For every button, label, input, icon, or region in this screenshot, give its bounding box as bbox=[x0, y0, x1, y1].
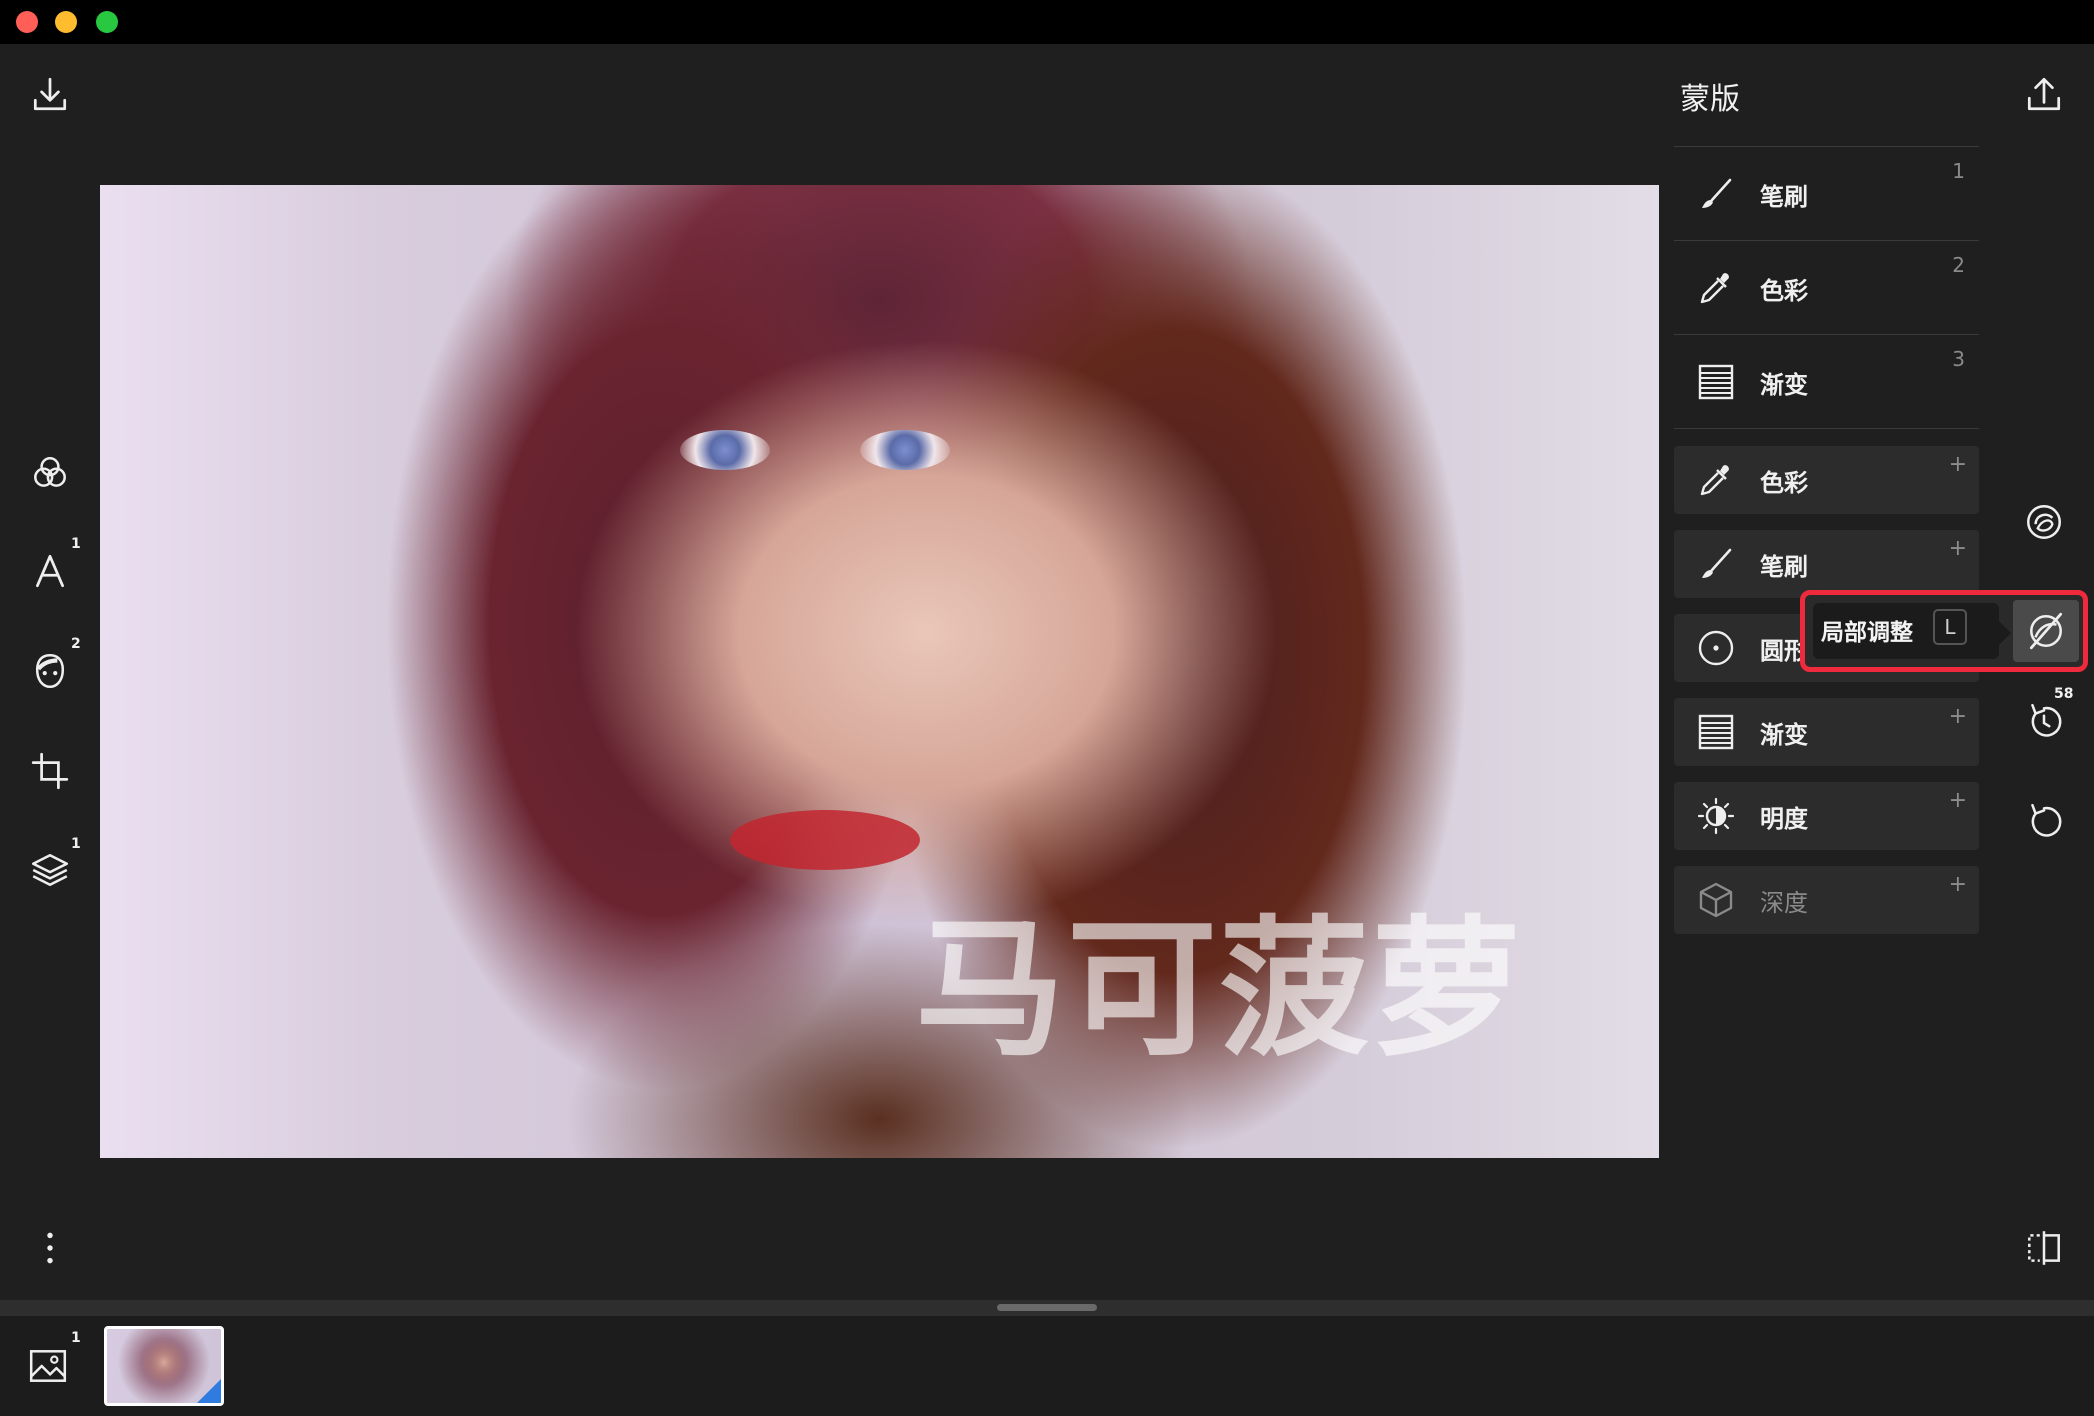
filmstrip bbox=[0, 1316, 2094, 1416]
add-gradient-mask[interactable]: 渐变 + bbox=[1674, 698, 1979, 766]
layers-badge: 1 bbox=[71, 836, 81, 852]
add-icon: + bbox=[1948, 536, 1967, 561]
photo-eye-right bbox=[860, 430, 950, 470]
local-adjust-icon bbox=[2029, 612, 2063, 650]
eyedropper-icon bbox=[1700, 273, 1729, 304]
thumbnail-edited-marker bbox=[197, 1379, 221, 1403]
add-icon: + bbox=[1948, 452, 1967, 477]
tooltip-label: 局部调整 bbox=[1821, 620, 1913, 646]
local-adjust-tooltip: 局部调整 L bbox=[1800, 590, 2088, 672]
crop-icon bbox=[31, 752, 69, 790]
photo-lips bbox=[730, 810, 920, 870]
tool-label: 色彩 bbox=[1760, 276, 1808, 305]
add-luminance-mask[interactable]: 明度 + bbox=[1674, 782, 1979, 850]
photo-eye-left bbox=[680, 430, 770, 470]
face-icon bbox=[35, 653, 65, 689]
add-depth-mask[interactable]: 深度 + bbox=[1674, 866, 1979, 934]
filters-icon bbox=[34, 457, 66, 487]
text-badge: 1 bbox=[71, 536, 81, 552]
text-icon bbox=[36, 554, 64, 588]
tooltip-caret bbox=[1999, 621, 2011, 645]
watermark-text: 马可菠萝 bbox=[915, 903, 1524, 1077]
history-icon bbox=[2031, 703, 2062, 737]
tool-shortcut: 1 bbox=[1952, 159, 1965, 183]
brush-icon bbox=[1702, 548, 1732, 578]
more-button[interactable] bbox=[20, 1218, 80, 1278]
adjustments-icon bbox=[2026, 504, 2062, 540]
title-bar bbox=[0, 0, 2094, 44]
tool-gradient[interactable]: 渐变 3 bbox=[1674, 335, 1979, 429]
panel-divider bbox=[1674, 428, 1979, 429]
import-button[interactable] bbox=[20, 64, 80, 124]
add-icon: + bbox=[1948, 704, 1967, 729]
adjustments-button[interactable] bbox=[2014, 492, 2074, 552]
filters-button[interactable] bbox=[20, 443, 80, 503]
minimize-window-button[interactable] bbox=[55, 11, 77, 33]
gradient-icon bbox=[1698, 364, 1734, 400]
reset-icon bbox=[2031, 803, 2062, 837]
mask-label: 笔刷 bbox=[1760, 552, 1808, 581]
add-brush-mask[interactable]: 笔刷 + bbox=[1674, 530, 1979, 598]
tool-label: 笔刷 bbox=[1760, 182, 1808, 211]
import-icon bbox=[33, 77, 67, 111]
crop-tool-button[interactable] bbox=[20, 741, 80, 801]
history-count-badge: 58 bbox=[2054, 686, 2074, 702]
add-color-mask[interactable]: 色彩 + bbox=[1674, 446, 1979, 514]
reset-button[interactable] bbox=[2014, 792, 2074, 852]
face-badge: 2 bbox=[71, 636, 81, 652]
local-adjust-button[interactable] bbox=[2013, 600, 2079, 662]
image-icon bbox=[29, 1350, 67, 1382]
circle-icon bbox=[1698, 630, 1734, 666]
tool-label: 渐变 bbox=[1760, 370, 1808, 399]
luminance-icon bbox=[1697, 797, 1735, 835]
compare-icon bbox=[2028, 1231, 2060, 1265]
images-badge: 1 bbox=[71, 1330, 81, 1346]
add-icon: + bbox=[1948, 872, 1967, 897]
close-window-button[interactable] bbox=[16, 11, 38, 33]
mask-label: 色彩 bbox=[1760, 468, 1808, 497]
depth-icon bbox=[1699, 882, 1733, 918]
layers-icon bbox=[31, 854, 69, 886]
eyedropper-icon bbox=[1700, 465, 1729, 496]
mask-label: 渐变 bbox=[1760, 720, 1808, 749]
brush-icon bbox=[1702, 178, 1732, 208]
mask-label: 明度 bbox=[1760, 804, 1808, 833]
tool-brush[interactable]: 笔刷 1 bbox=[1674, 147, 1979, 241]
image-library-button[interactable] bbox=[18, 1336, 78, 1396]
zoom-window-button[interactable] bbox=[96, 11, 118, 33]
filmstrip-resize-handle[interactable] bbox=[997, 1304, 1097, 1311]
add-icon: + bbox=[1948, 788, 1967, 813]
mask-label: 深度 bbox=[1760, 888, 1808, 917]
tool-color[interactable]: 色彩 2 bbox=[1674, 241, 1979, 335]
tooltip-shortcut: L bbox=[1933, 609, 1967, 645]
compare-button[interactable] bbox=[2014, 1218, 2074, 1278]
export-button[interactable] bbox=[2014, 64, 2074, 124]
gradient-icon bbox=[1698, 714, 1734, 750]
tool-shortcut: 2 bbox=[1952, 253, 1965, 277]
export-icon bbox=[2027, 77, 2061, 111]
filmstrip-thumbnail[interactable] bbox=[104, 1326, 224, 1406]
more-icon bbox=[47, 1232, 53, 1264]
panel-title: 蒙版 bbox=[1680, 82, 1740, 117]
photo-canvas[interactable]: 马可菠萝 bbox=[100, 185, 1659, 1158]
tool-shortcut: 3 bbox=[1952, 347, 1965, 371]
